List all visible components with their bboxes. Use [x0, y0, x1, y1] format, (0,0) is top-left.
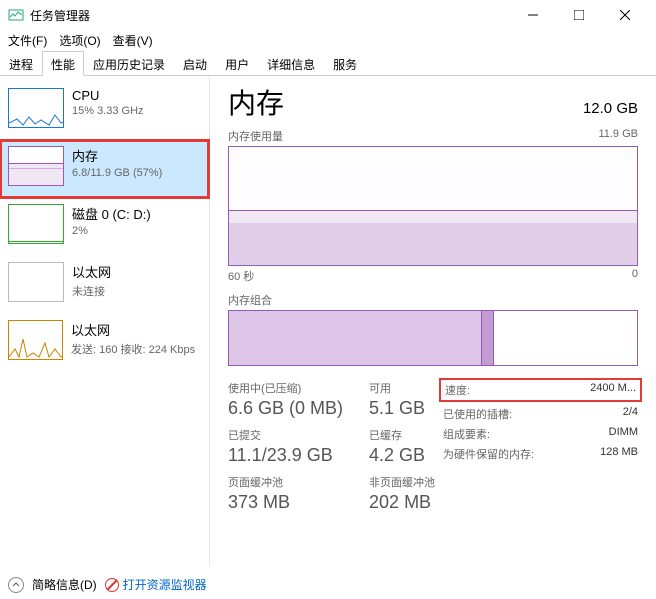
memory-composition-chart	[228, 310, 638, 366]
menu-options[interactable]: 选项(O)	[55, 32, 104, 49]
sidebar-item-memory[interactable]: 内存 6.8/11.9 GB (57%)	[0, 140, 209, 198]
tabs: 进程 性能 应用历史记录 启动 用户 详细信息 服务	[0, 50, 656, 76]
sidebar-item-ethernet-1[interactable]: 以太网 未连接	[0, 256, 209, 314]
sidebar-item-sub: 15% 3.33 GHz	[72, 105, 144, 117]
tab-app-history[interactable]: 应用历史记录	[84, 51, 174, 76]
titlebar: 任务管理器	[0, 0, 656, 30]
footer: 简略信息(D) 打开资源监视器	[8, 576, 207, 593]
open-resource-monitor-link[interactable]: 打开资源监视器	[105, 576, 207, 593]
close-button[interactable]	[602, 0, 648, 30]
fewer-details-icon[interactable]	[8, 577, 24, 593]
fewer-details-link[interactable]: 简略信息(D)	[32, 576, 97, 593]
memory-usage-chart	[228, 146, 638, 266]
maximize-button[interactable]	[556, 0, 602, 30]
tab-details[interactable]: 详细信息	[258, 51, 324, 76]
sidebar: CPU 15% 3.33 GHz 内存 6.8/11.9 GB (57%) 磁盘…	[0, 76, 210, 566]
tab-performance[interactable]: 性能	[42, 51, 84, 76]
stat-cached: 已缓存 4.2 GB	[369, 427, 435, 466]
stat-committed: 已提交 11.1/23.9 GB	[228, 427, 343, 466]
usage-chart-label: 内存使用量	[228, 128, 283, 144]
sidebar-item-ethernet-2[interactable]: 以太网 发送: 160 接收: 224 Kbps	[0, 314, 209, 372]
tab-processes[interactable]: 进程	[0, 51, 42, 76]
stat-paged-pool: 页面缓冲池 373 MB	[228, 474, 343, 513]
axis-left: 60 秒	[228, 268, 254, 284]
composition-label: 内存组合	[228, 292, 638, 308]
memory-thumb-chart	[8, 146, 64, 186]
stat-nonpaged-pool: 非页面缓冲池 202 MB	[369, 474, 435, 513]
menubar: 文件(F) 选项(O) 查看(V)	[0, 30, 656, 50]
menu-view[interactable]: 查看(V)	[109, 32, 157, 49]
menu-file[interactable]: 文件(F)	[4, 32, 51, 49]
sidebar-item-label: 以太网	[71, 320, 201, 339]
resource-monitor-icon	[105, 578, 119, 592]
sidebar-item-sub: 6.8/11.9 GB (57%)	[72, 167, 162, 179]
axis-right: 0	[632, 268, 638, 284]
tab-startup[interactable]: 启动	[174, 51, 216, 76]
cpu-thumb-chart	[8, 88, 64, 128]
sidebar-item-label: CPU	[72, 88, 144, 103]
page-title: 内存	[228, 82, 284, 122]
sidebar-item-disk[interactable]: 磁盘 0 (C: D:) 2%	[0, 198, 209, 256]
property-form-factor: 组成要素: DIMM	[443, 424, 638, 444]
ethernet-thumb-chart	[8, 262, 64, 302]
sidebar-item-sub: 发送: 160 接收: 224 Kbps	[71, 341, 201, 357]
stat-available: 可用 5.1 GB	[369, 380, 435, 419]
app-icon	[8, 7, 24, 23]
sidebar-item-sub: 2%	[72, 225, 151, 237]
sidebar-item-label: 磁盘 0 (C: D:)	[72, 204, 151, 223]
sidebar-item-cpu[interactable]: CPU 15% 3.33 GHz	[0, 82, 209, 140]
minimize-button[interactable]	[510, 0, 556, 30]
sidebar-item-label: 以太网	[72, 262, 111, 281]
usage-chart-max: 11.9 GB	[598, 128, 638, 144]
memory-total: 12.0 GB	[583, 100, 638, 117]
property-speed: 速度: 2400 M...	[439, 378, 642, 402]
window-title: 任务管理器	[30, 7, 510, 24]
property-hardware-reserved: 为硬件保留的内存: 128 MB	[443, 444, 638, 464]
tab-users[interactable]: 用户	[216, 51, 258, 76]
main-panel: 内存 12.0 GB 内存使用量 11.9 GB 60 秒 0 内存组合 使用中…	[210, 76, 656, 566]
sidebar-item-sub: 未连接	[72, 283, 111, 299]
property-slots: 已使用的插槽: 2/4	[443, 404, 638, 424]
sidebar-item-label: 内存	[72, 146, 162, 165]
tab-services[interactable]: 服务	[324, 51, 366, 76]
ethernet-thumb-chart	[8, 320, 63, 360]
memory-properties: 速度: 2400 M... 已使用的插槽: 2/4 组成要素: DIMM 为硬件…	[443, 380, 638, 513]
stat-in-use: 使用中(已压缩) 6.6 GB (0 MB)	[228, 380, 343, 419]
disk-thumb-chart	[8, 204, 64, 244]
